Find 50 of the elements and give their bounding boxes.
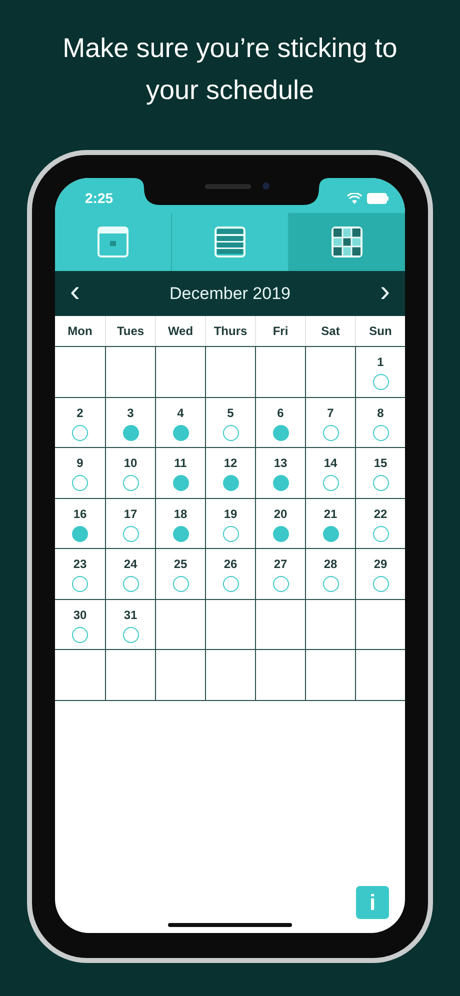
day-number: 29 [374, 557, 388, 571]
day-number: 27 [274, 557, 288, 571]
weekday-label: Mon [68, 323, 92, 340]
day-number: 13 [274, 456, 288, 470]
day-number: 5 [227, 406, 234, 420]
previous-month-button[interactable]: ‹ [67, 276, 83, 306]
day-number: 8 [377, 406, 384, 420]
weekday-label: Thurs [214, 323, 248, 340]
list-icon [214, 226, 246, 258]
view-tab[interactable] [171, 213, 288, 271]
weekday-label: Tues [116, 323, 144, 340]
day-number: 16 [73, 506, 87, 520]
day-number: 7 [327, 406, 334, 420]
month-title: December 2019 [170, 282, 290, 305]
day-number: 19 [224, 506, 238, 520]
day-number: 12 [224, 456, 238, 470]
weekday-label: Wed [168, 323, 194, 340]
wifi-icon [347, 193, 362, 204]
day-number: 11 [174, 456, 187, 470]
day-number: 17 [124, 506, 138, 520]
day-number: 23 [73, 557, 87, 571]
day-number: 6 [277, 406, 284, 420]
day-number: 26 [224, 557, 238, 571]
calendar-icon [97, 226, 129, 258]
day-number: 1 [377, 355, 384, 369]
view-tab[interactable] [288, 213, 405, 271]
weekday-label: Sun [369, 323, 392, 340]
weekday-label: Sat [321, 323, 340, 340]
day-number: 2 [76, 406, 84, 420]
day-number: 25 [174, 557, 188, 571]
day-number: 22 [374, 506, 388, 520]
day-number: 10 [124, 456, 138, 470]
day-number: 28 [324, 557, 338, 571]
day-number: 24 [124, 557, 138, 571]
day-number: 18 [174, 506, 188, 520]
day-number: 9 [76, 456, 84, 470]
day-number: 20 [274, 506, 288, 520]
day-number: 31 [124, 608, 138, 622]
headline: Make sure you’re sticking to your schedule [62, 32, 398, 107]
day-number: 14 [324, 456, 338, 470]
status-time: 2:25 [85, 189, 114, 208]
grid-icon [331, 226, 363, 258]
day-number: 21 [324, 506, 338, 520]
day-number: 15 [374, 456, 388, 470]
day-number: 3 [127, 406, 134, 420]
day-number: 4 [177, 406, 184, 420]
battery-icon [367, 193, 389, 204]
weekday-label: Fri [272, 323, 288, 340]
next-month-button[interactable]: › [377, 276, 393, 306]
day-number: 30 [73, 608, 87, 622]
